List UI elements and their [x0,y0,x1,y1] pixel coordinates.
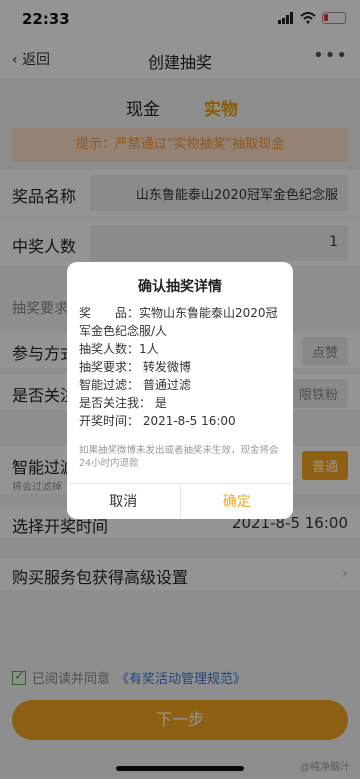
dialog-confirm-button[interactable]: 确定 [181,484,294,519]
dialog-prize-line2: 军金色纪念服/人 [79,324,168,338]
dialog-note: 如果抽奖微博未发出或者抽奖未生效，现金将会24小时内退款 [79,445,279,469]
dialog-prize-line1: 奖 品：实物山东鲁能泰山2020冠 [79,306,278,320]
dialog-follow: 是否关注我： 是 [79,396,167,410]
dialog-requirement: 抽奖要求： 转发微博 [79,360,191,374]
confirm-dialog: 确认抽奖详情 奖 品：实物山东鲁能泰山2020冠 军金色纪念服/人 抽奖人数：1… [67,262,293,519]
dialog-actions: 取消 确定 [67,483,293,519]
dialog-title: 确认抽奖详情 [138,279,222,295]
dialog-cancel-button[interactable]: 取消 [67,484,181,519]
dialog-count: 抽奖人数：1人 [79,342,159,356]
dialog-time: 开奖时间： 2021-8-5 16:00 [79,414,236,428]
dialog-filter: 智能过滤： 普通过滤 [79,378,191,392]
dialog-details: 奖 品：实物山东鲁能泰山2020冠 军金色纪念服/人 抽奖人数：1人 抽奖要求：… [79,304,283,430]
